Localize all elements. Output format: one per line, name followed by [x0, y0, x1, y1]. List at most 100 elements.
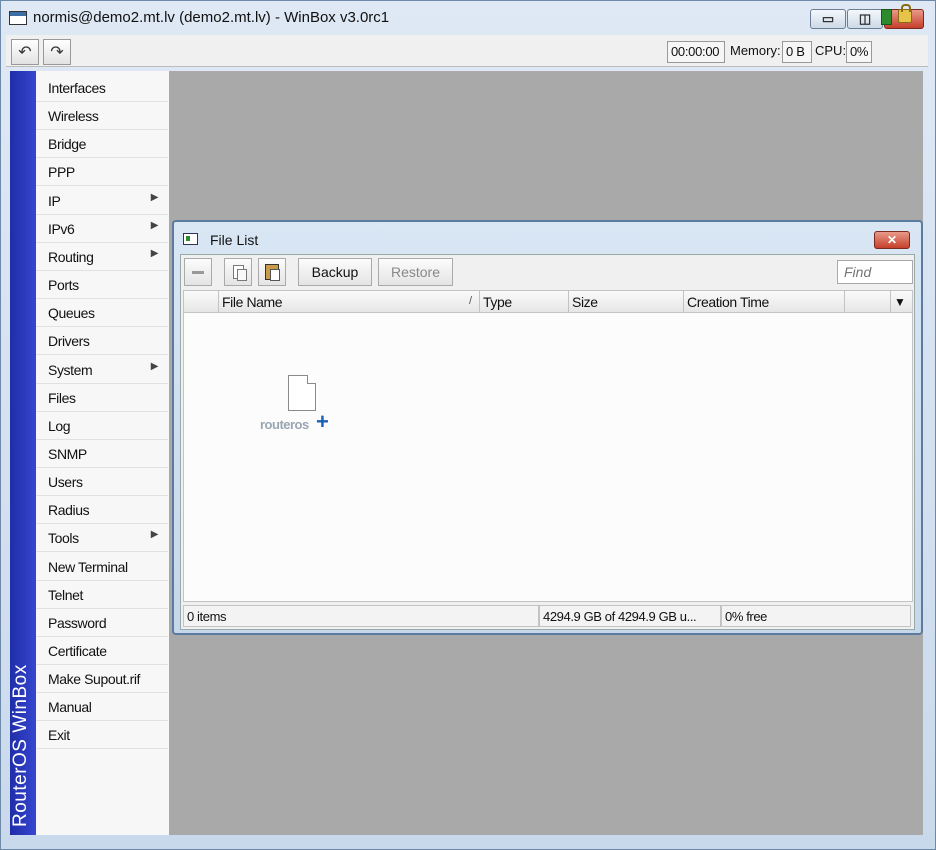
sidebar-item-label: Radius	[48, 502, 90, 519]
sidebar-item-radius[interactable]: Radius	[36, 496, 168, 525]
submenu-arrow-icon: ▶	[150, 247, 159, 259]
connection-led-icon	[881, 9, 892, 25]
logo-plus: +	[316, 409, 329, 434]
clipboard-icon	[265, 264, 280, 281]
column-menu-dropdown-icon[interactable]: ▼	[894, 295, 906, 309]
app-window-icon	[9, 11, 27, 25]
memory-label: Memory:	[730, 43, 781, 58]
sidebar-item-label: Log	[48, 417, 71, 434]
maximize-button[interactable]: ◫	[847, 9, 883, 29]
sort-indicator-icon: /	[469, 295, 473, 307]
submenu-arrow-icon: ▶	[150, 360, 159, 372]
file-list-window: File List ✕ Backup Restore File Name /	[172, 220, 923, 635]
column-header-file-name[interactable]: File Name	[219, 291, 480, 313]
status-item-count: 0 items	[183, 605, 539, 627]
winbox-window: normis@demo2.mt.lv (demo2.mt.lv) - WinBo…	[0, 0, 936, 850]
sidebar-item-label: Exit	[48, 727, 70, 744]
sidebar-item-label: Telnet	[48, 586, 83, 603]
logo-text: routeros	[260, 417, 309, 432]
copy-icon	[232, 265, 247, 281]
sidebar-item-new-terminal[interactable]: New Terminal	[36, 553, 168, 581]
sidebar-item-users[interactable]: Users	[36, 468, 168, 497]
memory-readout: 0 B	[782, 41, 812, 63]
sidebar-item-label: Bridge	[48, 136, 87, 153]
cpu-readout: 0%	[846, 41, 872, 63]
sidebar-item-exit[interactable]: Exit	[36, 721, 168, 750]
sidebar-item-label: Routing	[48, 248, 94, 265]
sidebar-item-password[interactable]: Password	[36, 609, 168, 637]
submenu-arrow-icon: ▶	[150, 219, 159, 231]
sidebar-item-label: New Terminal	[48, 558, 128, 575]
sidebar-item-interfaces[interactable]: Interfaces	[36, 74, 168, 102]
sidebar-item-system[interactable]: System ▶	[36, 356, 168, 384]
undo-button[interactable]: ↶	[11, 39, 39, 65]
copy-button[interactable]	[224, 258, 252, 286]
file-list-body: Backup Restore File Name / Type Size Cre…	[180, 254, 915, 630]
sidebar-item-log[interactable]: Log	[36, 412, 168, 440]
file-list-title-bar[interactable]: File List ✕	[174, 222, 921, 252]
main-toolbar: ↶ ↷ 00:00:00 Memory: 0 B CPU: 0%	[6, 35, 928, 67]
sidebar-item-label: PPP	[48, 164, 75, 181]
routeros-logo: routeros +	[256, 375, 366, 445]
sidebar-item-label: Manual	[48, 699, 92, 716]
sidebar-item-manual[interactable]: Manual	[36, 693, 168, 722]
sidebar-item-ports[interactable]: Ports	[36, 271, 168, 300]
file-list-close-button[interactable]: ✕	[874, 231, 910, 249]
sidebar-menu: Interfaces Wireless Bridge PPP IP ▶ IPv6 ▶ Routi…	[36, 71, 169, 835]
sidebar-item-files[interactable]: Files	[36, 384, 168, 412]
file-list-window-icon	[183, 233, 198, 245]
sidebar-item-tools[interactable]: Tools ▶	[36, 524, 168, 553]
sidebar-item-label: Files	[48, 389, 76, 406]
sidebar-item-label: IP	[48, 192, 61, 209]
sidebar-item-label: Password	[48, 614, 107, 631]
sidebar-item-label: Wireless	[48, 108, 99, 125]
column-header-extra[interactable]	[845, 291, 891, 313]
sidebar-item-label: Users	[48, 474, 83, 491]
column-header-type[interactable]: Type	[480, 291, 569, 313]
sidebar-item-label: IPv6	[48, 220, 75, 237]
sidebar-item-label: Ports	[48, 277, 79, 294]
sidebar-item-telnet[interactable]: Telnet	[36, 581, 168, 609]
document-icon	[288, 375, 316, 411]
uptime-readout: 00:00:00	[667, 41, 725, 63]
sidebar-item-ipv6[interactable]: IPv6 ▶	[36, 215, 168, 243]
sidebar-item-certificate[interactable]: Certificate	[36, 637, 168, 665]
sidebar-item-make-supout-rif[interactable]: Make Supout.rif	[36, 665, 168, 694]
backup-button[interactable]: Backup	[298, 258, 372, 286]
sidebar-item-bridge[interactable]: Bridge	[36, 130, 168, 159]
paste-button[interactable]	[258, 258, 286, 286]
status-disk-space: 4294.9 GB of 4294.9 GB u...	[539, 605, 721, 627]
file-table: File Name / Type Size Creation Time ▼ ro…	[183, 290, 913, 602]
submenu-arrow-icon: ▶	[150, 191, 159, 203]
sidebar-item-label: Certificate	[48, 643, 107, 659]
banner-text: RouterOS WinBox	[10, 664, 31, 827]
file-list-title: File List	[210, 232, 259, 248]
padlock-icon	[898, 4, 912, 23]
file-table-header: File Name / Type Size Creation Time ▼	[184, 291, 912, 313]
minimize-button[interactable]: ▭	[810, 9, 846, 29]
sidebar-item-label: System	[48, 361, 93, 378]
sidebar-item-label: Drivers	[48, 333, 90, 350]
sidebar-item-label: Tools	[48, 530, 79, 547]
sidebar-item-label: Interfaces	[48, 80, 106, 96]
sidebar-item-label: Queues	[48, 305, 95, 322]
window-title: normis@demo2.mt.lv (demo2.mt.lv) - WinBo…	[33, 9, 390, 26]
find-input[interactable]	[837, 260, 913, 284]
column-header-blank[interactable]	[184, 291, 219, 313]
column-header-size[interactable]: Size	[569, 291, 684, 313]
sidebar-item-routing[interactable]: Routing ▶	[36, 243, 168, 271]
file-list-status-bar: 0 items 4294.9 GB of 4294.9 GB u... 0% f…	[183, 605, 913, 627]
sidebar-item-label: Make Supout.rif	[48, 671, 141, 688]
sidebar-item-queues[interactable]: Queues	[36, 299, 168, 328]
remove-button[interactable]	[184, 258, 212, 286]
sidebar-item-wireless[interactable]: Wireless	[36, 102, 168, 131]
column-header-creation-time[interactable]: Creation Time	[684, 291, 845, 313]
sidebar-item-snmp[interactable]: SNMP	[36, 440, 168, 468]
sidebar-item-ppp[interactable]: PPP	[36, 158, 168, 187]
minus-icon	[192, 270, 204, 274]
restore-button[interactable]: Restore	[378, 258, 453, 286]
sidebar-item-ip[interactable]: IP ▶	[36, 187, 168, 215]
title-bar[interactable]: normis@demo2.mt.lv (demo2.mt.lv) - WinBo…	[1, 1, 935, 35]
sidebar-item-drivers[interactable]: Drivers	[36, 327, 168, 356]
redo-button[interactable]: ↷	[43, 39, 71, 65]
